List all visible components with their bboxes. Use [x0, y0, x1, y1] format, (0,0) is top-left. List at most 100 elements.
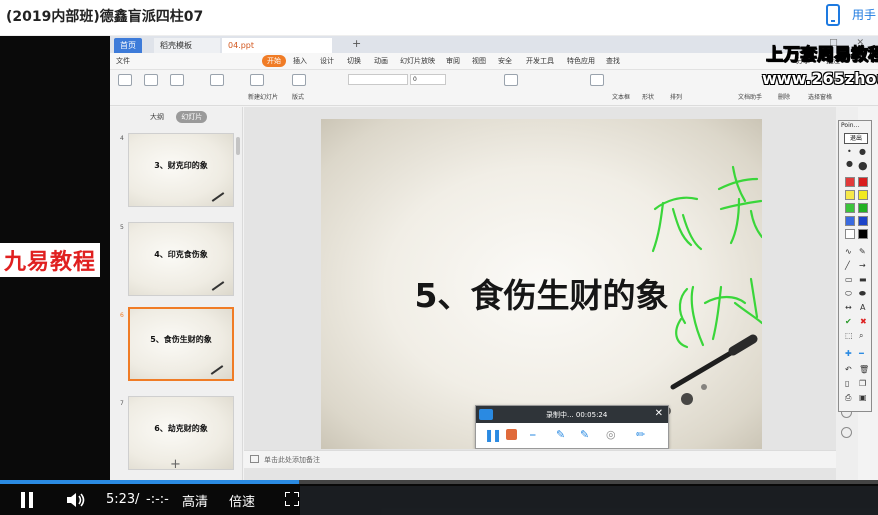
stop-icon[interactable]	[506, 429, 517, 440]
print-icon[interactable]: ⎙	[845, 393, 851, 403]
font-name-box[interactable]	[348, 74, 408, 85]
select-icon[interactable]: ⬚	[845, 331, 853, 340]
draw-icon[interactable]: ✏	[636, 428, 645, 441]
video-player[interactable]: 九易教程 首页 稻壳模板 04.ppt + _ □ ✕ 文件 开始 插入 设计 …	[0, 36, 878, 515]
save-icon[interactable]: ▣	[859, 393, 867, 402]
current-slide[interactable]: 5、食伤生财的象 录制中... 00:05:24 ✕ ❚❚ ⎯ ✎ ✎ ◎ ✏	[321, 119, 762, 449]
curve-tool-icon[interactable]: ∿	[845, 247, 852, 256]
color-swatch[interactable]	[845, 203, 855, 213]
slide-thumbnail[interactable]: 4、印克食伤象	[128, 222, 234, 296]
color-swatch[interactable]	[858, 216, 868, 226]
pointer-tool-palette[interactable]: Poin... 退出 • ● ● ● ∿ ✎ ╱ → ▭ ▬ ⬭ ⬬ ↔ A ✔…	[838, 120, 872, 412]
add-slide-icon[interactable]: +	[170, 457, 181, 472]
ellipse-tool-icon[interactable]: ⬭	[845, 289, 852, 299]
menu-features[interactable]: 特色应用	[567, 56, 595, 66]
plus-icon[interactable]: ✚	[845, 349, 852, 358]
pause-icon[interactable]: ❚❚	[484, 428, 502, 442]
more-icon[interactable]	[841, 427, 852, 438]
tab-slides[interactable]: 幻灯片	[176, 111, 208, 123]
slide-thumbnail-selected[interactable]: 5、食伤生财的象	[128, 307, 234, 381]
text-tool-icon[interactable]: A	[860, 303, 865, 312]
quality-button[interactable]: 高清	[182, 491, 208, 510]
app-link[interactable]: 用手	[852, 6, 876, 23]
menu-review[interactable]: 审阅	[446, 56, 460, 66]
slide-thumbnail[interactable]: 3、财克印的象	[128, 133, 234, 207]
xlarge-dot-icon[interactable]: ●	[858, 159, 868, 172]
color-swatch[interactable]	[858, 177, 868, 187]
thumbnail-scrollbar[interactable]	[236, 137, 240, 155]
play-slide-icon[interactable]	[210, 74, 224, 86]
copy-icon[interactable]: ❐	[859, 379, 866, 388]
line-tool-icon[interactable]: ╱	[845, 261, 850, 270]
double-arrow-icon[interactable]: ↔	[845, 303, 852, 312]
zoom-icon[interactable]: ⌕	[859, 331, 863, 341]
font-size-box[interactable]: 0	[410, 74, 446, 85]
slide-thumbnail[interactable]: 6、劫克财的象	[128, 396, 234, 470]
new-page-icon[interactable]: ▯	[845, 379, 849, 388]
menu-file[interactable]: 文件	[116, 56, 130, 66]
color-swatch[interactable]	[858, 190, 868, 200]
menu-security[interactable]: 安全	[498, 56, 512, 66]
textbox-icon[interactable]	[590, 74, 604, 86]
new-tab-icon[interactable]: +	[352, 37, 361, 50]
notes-bar[interactable]: 单击此处添加备注	[244, 450, 836, 468]
tab-outline[interactable]: 大纲	[150, 112, 164, 122]
color-swatch[interactable]	[845, 216, 855, 226]
small-dot-icon[interactable]: •	[847, 147, 852, 156]
menu-find[interactable]: 查找	[606, 56, 620, 66]
cut-icon[interactable]	[144, 74, 158, 86]
pen-tool-icon[interactable]: ✎	[556, 428, 565, 441]
check-icon[interactable]: ✔	[845, 317, 852, 326]
cross-icon[interactable]: ✖	[860, 317, 867, 326]
trash-icon[interactable]: 🗑	[859, 365, 869, 374]
thumb-number: 4	[120, 135, 124, 142]
progress-bar[interactable]	[0, 480, 878, 484]
layout-icon[interactable]	[292, 74, 306, 86]
tab-document[interactable]: 04.ppt	[222, 38, 332, 53]
desktop-taskbar	[300, 486, 878, 515]
large-dot-icon[interactable]: ●	[846, 159, 853, 168]
volume-icon[interactable]	[66, 492, 86, 508]
filled-rect-icon[interactable]: ▬	[859, 275, 867, 284]
fullscreen-icon[interactable]	[285, 492, 299, 506]
pencil-tool-icon[interactable]: ✎	[859, 247, 866, 256]
menu-design[interactable]: 设计	[320, 56, 334, 66]
pause-button[interactable]	[20, 492, 34, 508]
screen-recorder-widget[interactable]: 录制中... 00:05:24 ✕ ❚❚ ⎯ ✎ ✎ ◎ ✏	[475, 405, 669, 449]
thumb-number: 5	[120, 224, 124, 231]
menu-start[interactable]: 开始	[262, 55, 286, 67]
medium-dot-icon[interactable]: ●	[859, 147, 866, 156]
color-swatch[interactable]	[858, 203, 868, 213]
new-slide-icon[interactable]	[250, 74, 264, 86]
thumb-title: 6、劫克财的象	[154, 423, 208, 433]
tab-templates[interactable]: 稻壳模板	[154, 38, 220, 53]
undo-icon[interactable]: ↶	[845, 365, 852, 374]
color-swatch[interactable]	[858, 229, 868, 239]
arrow-tool-icon[interactable]: →	[859, 261, 866, 270]
tab-home[interactable]: 首页	[114, 38, 142, 53]
exit-button[interactable]: 退出	[844, 133, 868, 144]
header: (2019内部班)德鑫盲派四柱07 用手	[0, 0, 878, 36]
highlighter-icon[interactable]: ✎	[580, 428, 589, 441]
menu-transition[interactable]: 切换	[347, 56, 361, 66]
time-separator: /	[135, 492, 140, 507]
zoom-icon[interactable]: ◎	[606, 428, 616, 441]
color-swatch[interactable]	[845, 190, 855, 200]
color-swatch[interactable]	[845, 177, 855, 187]
close-icon[interactable]: ✕	[655, 408, 663, 419]
menu-insert[interactable]: 插入	[293, 56, 307, 66]
line-tool-icon[interactable]: ⎯	[530, 428, 536, 442]
paste-icon[interactable]	[118, 74, 132, 86]
format-painter-icon[interactable]	[170, 74, 184, 86]
minus-icon[interactable]: ━	[859, 349, 864, 358]
menu-animation[interactable]: 动画	[374, 56, 388, 66]
align-icon[interactable]	[504, 74, 518, 86]
menu-devtools[interactable]: 开发工具	[526, 56, 554, 66]
menu-slideshow[interactable]: 幻灯片放映	[400, 56, 435, 66]
filled-ellipse-icon[interactable]: ⬬	[859, 289, 866, 299]
menu-view[interactable]: 视图	[472, 56, 486, 66]
rect-tool-icon[interactable]: ▭	[845, 275, 853, 284]
speed-button[interactable]: 倍速	[229, 491, 255, 510]
phone-icon[interactable]	[826, 4, 840, 26]
color-swatch[interactable]	[845, 229, 855, 239]
